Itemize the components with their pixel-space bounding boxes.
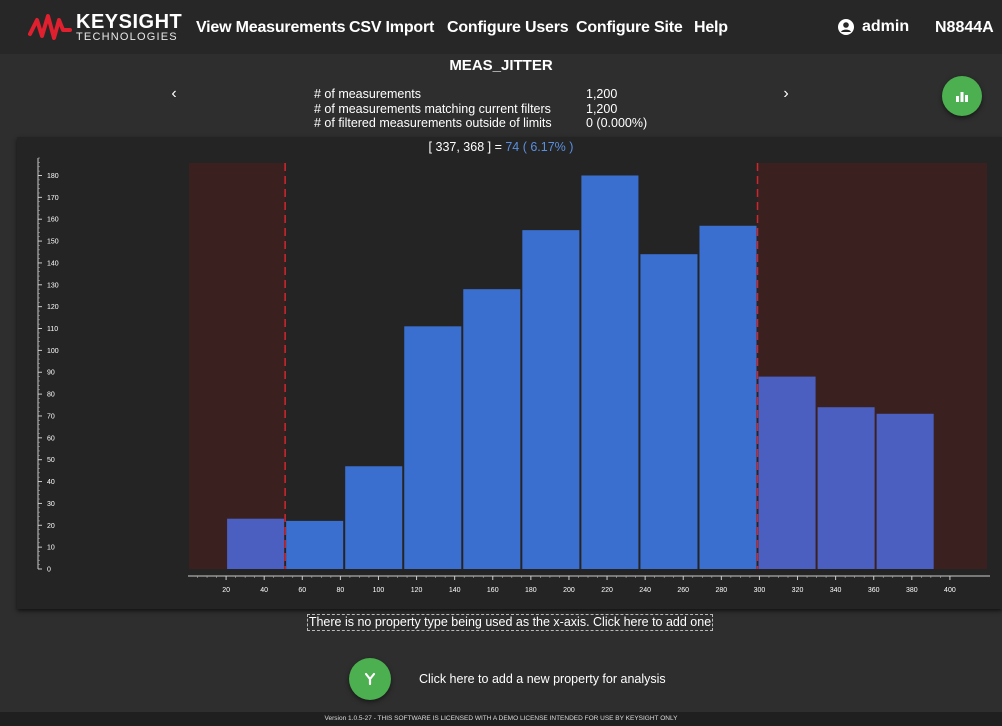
histogram-bar[interactable] bbox=[876, 413, 934, 569]
y-tick-label: 130 bbox=[47, 282, 59, 289]
x-tick-label: 380 bbox=[906, 587, 918, 594]
x-tick-label: 300 bbox=[754, 587, 766, 594]
y-tick-label: 0 bbox=[47, 567, 51, 574]
x-tick-label: 100 bbox=[373, 587, 385, 594]
x-tick-label: 280 bbox=[715, 587, 727, 594]
x-tick-label: 40 bbox=[260, 587, 268, 594]
y-tick-label: 40 bbox=[47, 479, 55, 486]
histogram-bar[interactable] bbox=[817, 407, 875, 569]
x-tick-label: 320 bbox=[792, 587, 804, 594]
x-tick-label: 340 bbox=[830, 587, 842, 594]
histogram-bar[interactable] bbox=[699, 225, 757, 569]
fork-icon bbox=[364, 672, 376, 686]
y-tick-label: 50 bbox=[47, 457, 55, 464]
x-tick-label: 180 bbox=[525, 587, 537, 594]
x-tick-label: 200 bbox=[563, 587, 575, 594]
histogram-chart[interactable]: 0 10 20 30 40 50 60 70 80 90 100 110 120 130 140 150 160… bbox=[0, 0, 1002, 612]
histogram-bar[interactable] bbox=[286, 520, 344, 569]
x-tick-label: 400 bbox=[944, 587, 956, 594]
histogram-bar[interactable] bbox=[404, 326, 462, 569]
y-tick-label: 150 bbox=[47, 239, 59, 246]
y-tick-label: 10 bbox=[47, 545, 55, 552]
histogram-bar[interactable] bbox=[463, 289, 521, 569]
add-property-button[interactable] bbox=[349, 658, 391, 700]
add-property-label[interactable]: Click here to add a new property for ana… bbox=[419, 672, 666, 686]
y-tick-label: 120 bbox=[47, 304, 59, 311]
y-tick-label: 170 bbox=[47, 195, 59, 202]
histogram-bar[interactable] bbox=[345, 466, 403, 569]
histogram-bar[interactable] bbox=[758, 376, 816, 569]
y-tick-label: 140 bbox=[47, 260, 59, 267]
x-tick-label: 260 bbox=[677, 587, 689, 594]
histogram-bar[interactable] bbox=[522, 230, 580, 569]
histogram-bar[interactable] bbox=[640, 254, 698, 570]
x-tick-label: 20 bbox=[222, 587, 230, 594]
x-tick-label: 220 bbox=[601, 587, 613, 594]
x-tick-label: 80 bbox=[336, 587, 344, 594]
license-footer: Version 1.0.5-27 - THIS SOFTWARE IS LICE… bbox=[0, 712, 1002, 726]
y-tick-label: 100 bbox=[47, 348, 59, 355]
y-tick-label: 110 bbox=[47, 326, 58, 333]
out-of-limit-region-low bbox=[189, 163, 286, 569]
y-tick-label: 180 bbox=[47, 173, 59, 180]
y-tick-label: 80 bbox=[47, 392, 55, 399]
x-tick-label: 140 bbox=[449, 587, 461, 594]
x-tick-label: 60 bbox=[298, 587, 306, 594]
histogram-bar[interactable] bbox=[227, 518, 285, 569]
y-tick-label: 160 bbox=[47, 217, 59, 224]
y-tick-label: 90 bbox=[47, 370, 55, 377]
histogram-bar[interactable] bbox=[581, 175, 639, 569]
y-tick-label: 70 bbox=[47, 413, 55, 420]
x-tick-label: 360 bbox=[868, 587, 880, 594]
y-tick-label: 20 bbox=[47, 523, 55, 530]
x-tick-label: 240 bbox=[639, 587, 651, 594]
x-tick-label: 160 bbox=[487, 587, 499, 594]
add-x-axis-property-link[interactable]: There is no property type being used as … bbox=[307, 614, 713, 631]
y-tick-label: 30 bbox=[47, 501, 55, 508]
y-tick-label: 60 bbox=[47, 435, 55, 442]
x-tick-label: 120 bbox=[411, 587, 423, 594]
